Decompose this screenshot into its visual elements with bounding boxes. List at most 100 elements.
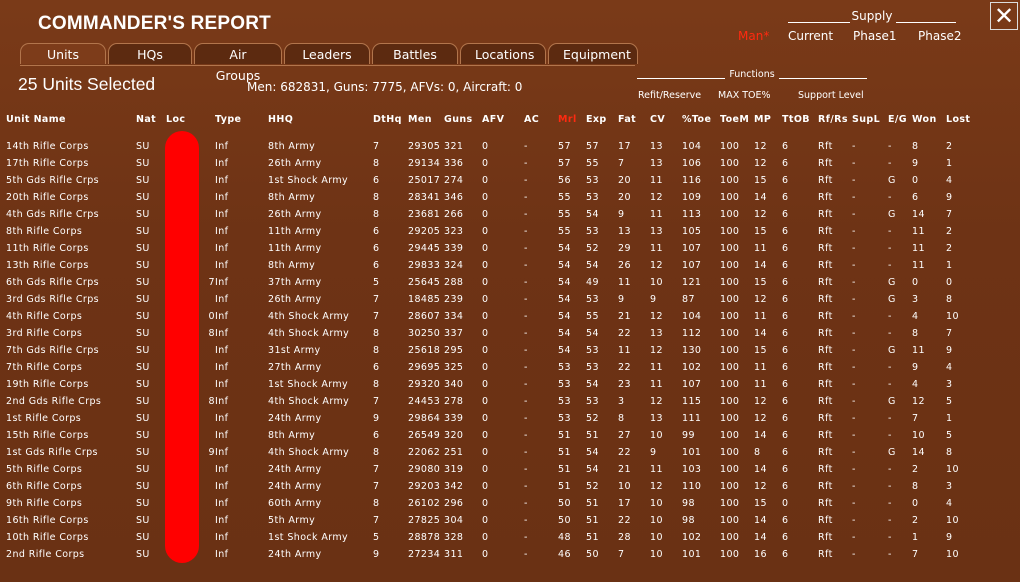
cell-unit-name[interactable]: 8th Rifle Corps: [6, 223, 136, 240]
tab-air-groups[interactable]: Air Groups: [194, 43, 282, 83]
cell-unit-name[interactable]: 1st Gds Rifle Crps: [6, 444, 136, 461]
cell-fat: 17: [618, 141, 631, 152]
cell-lost: 2: [946, 243, 953, 254]
cell-unit-name[interactable]: 3rd Rifle Corps: [6, 325, 136, 342]
cell-unit-name[interactable]: 16th Rifle Corps: [6, 512, 136, 529]
column-header-mp[interactable]: MP: [754, 111, 782, 138]
table-row[interactable]: 3rd Gds Rifle Crps SU Inf 26th Army 7 18485 23…: [6, 291, 976, 308]
cell-unit-name[interactable]: 20th Rifle Corps: [6, 189, 136, 206]
cell-unit-name[interactable]: 5th Gds Rifle Crps: [6, 172, 136, 189]
column-header-toem[interactable]: ToeM: [720, 111, 754, 138]
cell-exp: 54: [586, 209, 599, 220]
table-row[interactable]: 17th Rifle Corps SU Inf 26th Army 8 29134 336 0…: [6, 155, 976, 172]
cell-unit-name[interactable]: 7th Gds Rifle Crps: [6, 342, 136, 359]
column-header-rf-rs[interactable]: Rf/Rs: [818, 111, 852, 138]
column-header-men[interactable]: Men: [408, 111, 444, 138]
supply-phase2[interactable]: Phase2: [918, 29, 961, 43]
column-header-afv[interactable]: AFV: [482, 111, 524, 138]
cell-unit-name[interactable]: 5th Rifle Corps: [6, 461, 136, 478]
cell-unit-name[interactable]: 6th Rifle Corps: [6, 478, 136, 495]
table-row[interactable]: 6th Gds Rifle Crps SU 7 Inf 37th Army 5 25645 2…: [6, 274, 976, 291]
cell-unit-name[interactable]: 11th Rifle Corps: [6, 240, 136, 257]
column-header-won[interactable]: Won: [912, 111, 946, 138]
cell-fat: 8: [618, 413, 625, 424]
cell-unit-name[interactable]: 6th Gds Rifle Crps: [6, 274, 136, 291]
table-row[interactable]: 7th Rifle Corps SU Inf 27th Army 6 29695 325 0 -…: [6, 359, 976, 376]
table-row[interactable]: 6th Rifle Corps SU Inf 24th Army 7 29203 342 0 -…: [6, 478, 976, 495]
cell-unit-name[interactable]: 1st Rifle Corps: [6, 410, 136, 427]
table-row[interactable]: 7th Gds Rifle Crps SU Inf 31st Army 8 25618 29…: [6, 342, 976, 359]
cell-unit-name[interactable]: 2nd Rifle Corps: [6, 546, 136, 563]
column-header-hhq[interactable]: HHQ: [268, 111, 373, 138]
cell-cv: 9: [650, 447, 657, 458]
cell-unit-name[interactable]: 9th Rifle Corps: [6, 495, 136, 512]
cell-supl: -: [852, 447, 856, 458]
supply-phase1[interactable]: Phase1: [853, 29, 896, 43]
cell-cv: 12: [650, 396, 663, 407]
column-header-unit-name[interactable]: Unit Name: [6, 111, 136, 138]
cell-unit-name[interactable]: 15th Rifle Corps: [6, 427, 136, 444]
column-header-e-g[interactable]: E/G: [888, 111, 912, 138]
cell--toe: 98: [682, 498, 695, 509]
table-row[interactable]: 16th Rifle Corps SU Inf 5th Army 7 27825 304 0 -…: [6, 512, 976, 529]
tab-hqs[interactable]: HQs: [108, 43, 192, 64]
column-header-guns[interactable]: Guns: [444, 111, 482, 138]
cell-unit-name[interactable]: 14th Rifle Corps: [6, 138, 136, 155]
column-header-exp[interactable]: Exp: [586, 111, 618, 138]
table-row[interactable]: 4th Gds Rifle Crps SU Inf 26th Army 8 23681 26…: [6, 206, 976, 223]
column-header-cv[interactable]: CV: [650, 111, 682, 138]
cell-unit-name[interactable]: 7th Rifle Corps: [6, 359, 136, 376]
table-row[interactable]: 5th Rifle Corps SU Inf 24th Army 7 29080 319 0 -…: [6, 461, 976, 478]
table-row[interactable]: 11th Rifle Corps SU Inf 11th Army 6 29445 339 0…: [6, 240, 976, 257]
tab-battles[interactable]: Battles: [372, 43, 458, 64]
table-row[interactable]: 1st Rifle Corps SU Inf 24th Army 9 29864 339 0 -…: [6, 410, 976, 427]
column-header-type[interactable]: Type: [215, 111, 268, 138]
cell-type: Inf: [215, 396, 229, 407]
cell-unit-name[interactable]: 13th Rifle Corps: [6, 257, 136, 274]
column-header-nat[interactable]: Nat: [136, 111, 166, 138]
close-button[interactable]: ✕: [990, 2, 1018, 30]
cell-unit-name[interactable]: 4th Rifle Corps: [6, 308, 136, 325]
table-row[interactable]: 8th Rifle Corps SU Inf 11th Army 6 29205 323 0 -…: [6, 223, 976, 240]
cell-unit-name[interactable]: 4th Gds Rifle Crps: [6, 206, 136, 223]
column-header--toe[interactable]: %Toe: [682, 111, 720, 138]
cell-unit-name[interactable]: 17th Rifle Corps: [6, 155, 136, 172]
table-row[interactable]: 4th Rifle Corps SU 0 Inf 4th Shock Army 7 2860…: [6, 308, 976, 325]
table-row[interactable]: 9th Rifle Corps SU Inf 60th Army 8 26102 296 0 -…: [6, 495, 976, 512]
supply-current[interactable]: Current: [788, 29, 833, 43]
cell-toem: 100: [720, 481, 740, 492]
cell-unit-name[interactable]: 3rd Gds Rifle Crps: [6, 291, 136, 308]
table-row[interactable]: 2nd Gds Rifle Crps SU 8 Inf 4th Shock Army 7 2…: [6, 393, 976, 410]
cell-guns: 274: [444, 175, 464, 186]
column-header-supl[interactable]: SupL: [852, 111, 888, 138]
cell-e-g: G: [888, 277, 896, 288]
refit-reserve-button[interactable]: Refit/Reserve: [638, 90, 701, 101]
table-row[interactable]: 1st Gds Rifle Crps SU 9 Inf 4th Shock Army 8 2…: [6, 444, 976, 461]
table-row[interactable]: 14th Rifle Corps SU Inf 8th Army 7 29305 321 0 -…: [6, 138, 976, 155]
tab-leaders[interactable]: Leaders: [284, 43, 370, 64]
cell-unit-name[interactable]: 19th Rifle Corps: [6, 376, 136, 393]
table-row[interactable]: 5th Gds Rifle Crps SU Inf 1st Shock Army 6 25…: [6, 172, 976, 189]
table-row[interactable]: 20th Rifle Corps SU Inf 8th Army 8 28341 346 0 -…: [6, 189, 976, 206]
max-toe-button[interactable]: MAX TOE%: [718, 90, 771, 101]
table-row[interactable]: 15th Rifle Corps SU Inf 8th Army 6 26549 320 0 -…: [6, 427, 976, 444]
cell-unit-name[interactable]: 2nd Gds Rifle Crps: [6, 393, 136, 410]
support-level-button[interactable]: Support Level: [798, 90, 864, 101]
column-header-lost[interactable]: Lost: [946, 111, 976, 138]
tab-locations[interactable]: Locations: [460, 43, 546, 64]
table-row[interactable]: 3rd Rifle Corps SU 8 Inf 4th Shock Army 8 3025…: [6, 325, 976, 342]
table-row[interactable]: 2nd Rifle Corps SU Inf 24th Army 9 27234 311 0 -…: [6, 546, 976, 563]
column-header-ac[interactable]: AC: [524, 111, 558, 138]
cell-mp: 12: [754, 209, 767, 220]
table-row[interactable]: 10th Rifle Corps SU Inf 1st Shock Army 5 2887…: [6, 529, 976, 546]
column-header-mrl[interactable]: Mrl: [558, 111, 586, 138]
column-header-dthq[interactable]: DtHq: [373, 111, 408, 138]
table-row[interactable]: 19th Rifle Corps SU Inf 1st Shock Army 8 2932…: [6, 376, 976, 393]
column-header-ttob[interactable]: TtOB: [782, 111, 818, 138]
cell-ttob: 6: [782, 549, 789, 560]
table-row[interactable]: 13th Rifle Corps SU Inf 8th Army 6 29833 324 0 -…: [6, 257, 976, 274]
cell-unit-name[interactable]: 10th Rifle Corps: [6, 529, 136, 546]
tab-units[interactable]: Units: [20, 43, 106, 64]
tab-equipment[interactable]: Equipment: [548, 43, 638, 64]
column-header-fat[interactable]: Fat: [618, 111, 650, 138]
